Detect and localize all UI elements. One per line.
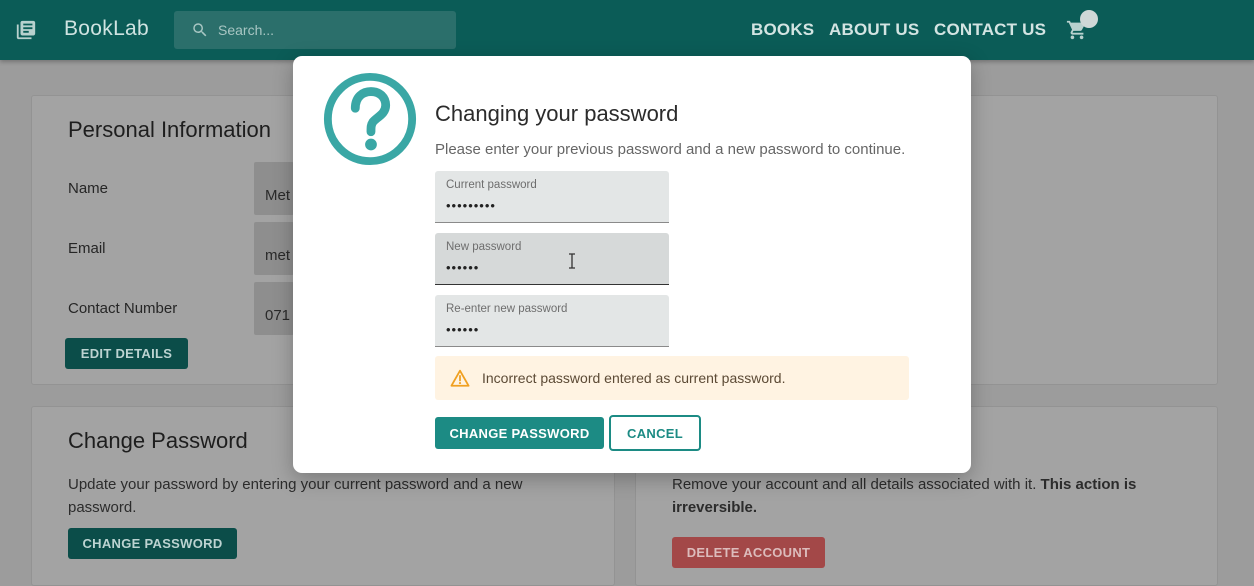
name-field[interactable]: Met — [254, 162, 294, 215]
email-field[interactable]: met — [254, 222, 294, 275]
nav-contact-us-link[interactable]: CONTACT US — [934, 20, 1046, 40]
nav-about-us-link[interactable]: ABOUT US — [829, 20, 919, 40]
reenter-password-field[interactable]: Re-enter new password •••••• — [435, 295, 669, 347]
text-cursor-icon — [569, 253, 575, 269]
dialog-title: Changing your password — [435, 101, 679, 126]
reenter-password-value: •••••• — [446, 322, 480, 337]
current-password-field[interactable]: Current password ••••••••• — [435, 171, 669, 223]
new-password-label: New password — [446, 241, 522, 253]
name-label: Name — [68, 180, 109, 197]
email-label: Email — [68, 240, 106, 257]
top-app-bar: BookLab BOOKS ABOUT US CONTACT US — [0, 0, 1254, 60]
edit-details-button[interactable]: EDIT DETAILS — [65, 338, 188, 369]
reenter-password-label: Re-enter new password — [446, 303, 568, 315]
brand-logo-text[interactable]: BookLab — [64, 17, 149, 41]
contact-number-value: 071 — [265, 307, 291, 324]
question-mark-icon — [323, 72, 417, 166]
name-value: Met — [265, 187, 291, 204]
warning-icon — [450, 369, 470, 387]
email-value: met — [265, 247, 291, 264]
personal-information-title: Personal Information — [68, 117, 271, 142]
search-bar[interactable] — [174, 11, 456, 49]
library-books-icon[interactable] — [15, 19, 37, 41]
delete-account-description: Remove your account and all details asso… — [672, 473, 1172, 519]
current-password-label: Current password — [446, 179, 537, 191]
new-password-field[interactable]: New password •••••• — [435, 233, 669, 285]
delete-account-button[interactable]: DELETE ACCOUNT — [672, 537, 825, 568]
confirm-change-password-button[interactable]: CHANGE PASSWORD — [435, 417, 604, 449]
dialog-subtitle: Please enter your previous password and … — [435, 141, 906, 158]
cancel-button[interactable]: CANCEL — [609, 415, 701, 451]
contact-number-label: Contact Number — [68, 300, 178, 317]
open-change-password-button[interactable]: CHANGE PASSWORD — [68, 528, 237, 559]
new-password-value: •••••• — [446, 260, 480, 275]
cart-count-badge — [1080, 10, 1098, 28]
contact-number-field[interactable]: 071 — [254, 282, 294, 335]
change-password-dialog: Changing your password Please enter your… — [293, 56, 971, 473]
delete-description-text: Remove your account and all details asso… — [672, 476, 1037, 493]
error-alert: Incorrect password entered as current pa… — [435, 356, 909, 400]
nav-books-link[interactable]: BOOKS — [751, 20, 814, 40]
current-password-value: ••••••••• — [446, 198, 496, 213]
error-message: Incorrect password entered as current pa… — [482, 370, 786, 386]
search-input[interactable] — [218, 18, 438, 42]
search-icon — [193, 23, 207, 37]
change-password-description: Update your password by entering your cu… — [68, 476, 523, 516]
change-password-title: Change Password — [68, 428, 248, 453]
